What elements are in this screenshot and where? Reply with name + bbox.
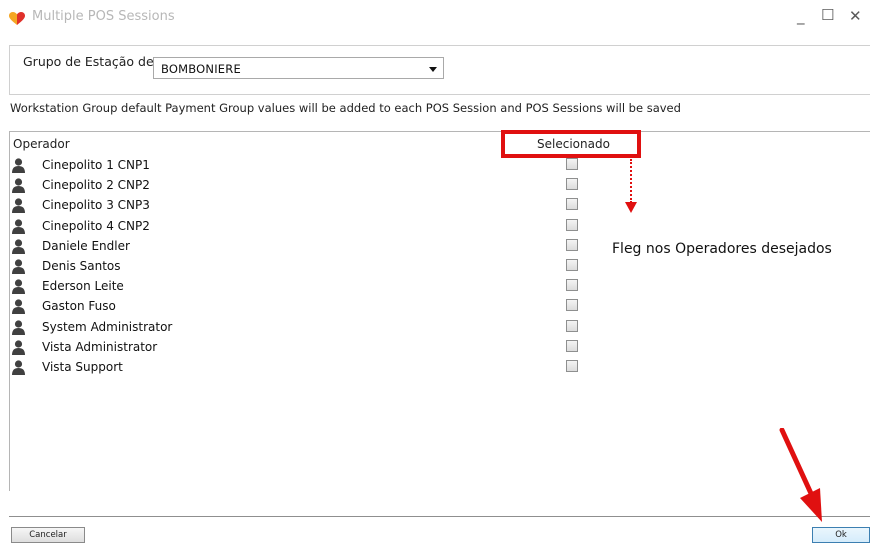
user-icon xyxy=(12,239,25,254)
user-icon xyxy=(12,158,25,173)
user-icon xyxy=(12,178,25,194)
cancel-button[interactable]: Cancelar xyxy=(11,527,85,543)
group-select[interactable]: BOMBONIERE xyxy=(153,57,444,79)
table-row[interactable]: Cinepolito 3 CNP3 xyxy=(10,196,610,216)
table-row[interactable]: Cinepolito 1 CNP1 xyxy=(10,156,610,176)
chevron-down-icon xyxy=(429,67,437,72)
table-row[interactable]: System Administrator xyxy=(10,318,610,338)
selecionado-checkbox[interactable] xyxy=(566,178,578,191)
selecionado-checkbox[interactable] xyxy=(566,158,578,170)
footer-divider xyxy=(9,516,870,517)
operator-name: Ederson Leite xyxy=(42,279,124,294)
operator-name: Gaston Fuso xyxy=(42,299,116,314)
heart-logo-icon xyxy=(9,11,25,25)
minimize-button[interactable]: _ xyxy=(797,6,805,26)
user-icon xyxy=(12,218,25,234)
column-header-operador[interactable]: Operador xyxy=(13,137,70,151)
operator-name: Cinepolito 4 CNP2 xyxy=(42,218,150,233)
user-icon xyxy=(12,360,25,375)
selecionado-checkbox[interactable] xyxy=(566,238,578,251)
operator-name: Cinepolito 1 CNP1 xyxy=(42,158,150,172)
annotation-text: Fleg nos Operadores desejados xyxy=(612,241,832,257)
user-icon xyxy=(12,319,25,335)
operator-name: Cinepolito 3 CNP3 xyxy=(42,198,150,213)
table-row[interactable]: Gaston Fuso xyxy=(10,297,610,317)
info-text: Workstation Group default Payment Group … xyxy=(10,101,681,115)
operator-name: Vista Support xyxy=(42,360,123,374)
annotation-dotted-line xyxy=(630,159,632,203)
operator-name: Daniele Endler xyxy=(42,238,130,253)
user-icon xyxy=(12,299,25,315)
maximize-button[interactable]: ☐ xyxy=(821,5,834,25)
user-icon xyxy=(12,198,25,214)
selecionado-checkbox[interactable] xyxy=(566,299,578,312)
selecionado-checkbox[interactable] xyxy=(566,279,578,292)
operator-name: Denis Santos xyxy=(42,259,121,273)
operator-name: System Administrator xyxy=(42,319,173,334)
annotation-arrow-head xyxy=(625,202,637,213)
table-row[interactable]: Denis Santos xyxy=(10,257,610,277)
operator-name: Vista Administrator xyxy=(42,339,158,354)
selecionado-checkbox[interactable] xyxy=(566,319,578,332)
selecionado-checkbox[interactable] xyxy=(566,259,578,271)
group-label: Grupo de Estação de xyxy=(23,54,154,69)
table-row[interactable]: Ederson Leite xyxy=(10,277,610,297)
selecionado-checkbox[interactable] xyxy=(566,339,578,352)
user-icon xyxy=(12,259,25,274)
user-icon xyxy=(12,279,25,295)
highlight-box xyxy=(501,130,641,158)
operator-name: Cinepolito 2 CNP2 xyxy=(42,178,150,193)
selecionado-checkbox[interactable] xyxy=(566,218,578,231)
selecionado-checkbox[interactable] xyxy=(566,198,578,211)
selecionado-checkbox[interactable] xyxy=(566,360,578,372)
table-row[interactable]: Cinepolito 4 CNP2 xyxy=(10,217,610,237)
window-title: Multiple POS Sessions xyxy=(32,9,175,24)
close-button[interactable]: ✕ xyxy=(849,6,862,26)
table-row[interactable]: Daniele Endler xyxy=(10,237,610,257)
group-select-value: BOMBONIERE xyxy=(161,62,241,76)
ok-button[interactable]: Ok xyxy=(812,527,870,543)
user-icon xyxy=(12,340,25,355)
table-row[interactable]: Vista Administrator xyxy=(10,338,610,358)
table-row[interactable]: Cinepolito 2 CNP2 xyxy=(10,176,610,196)
annotation-red-arrow xyxy=(776,427,836,523)
table-row[interactable]: Vista Support xyxy=(10,358,610,378)
